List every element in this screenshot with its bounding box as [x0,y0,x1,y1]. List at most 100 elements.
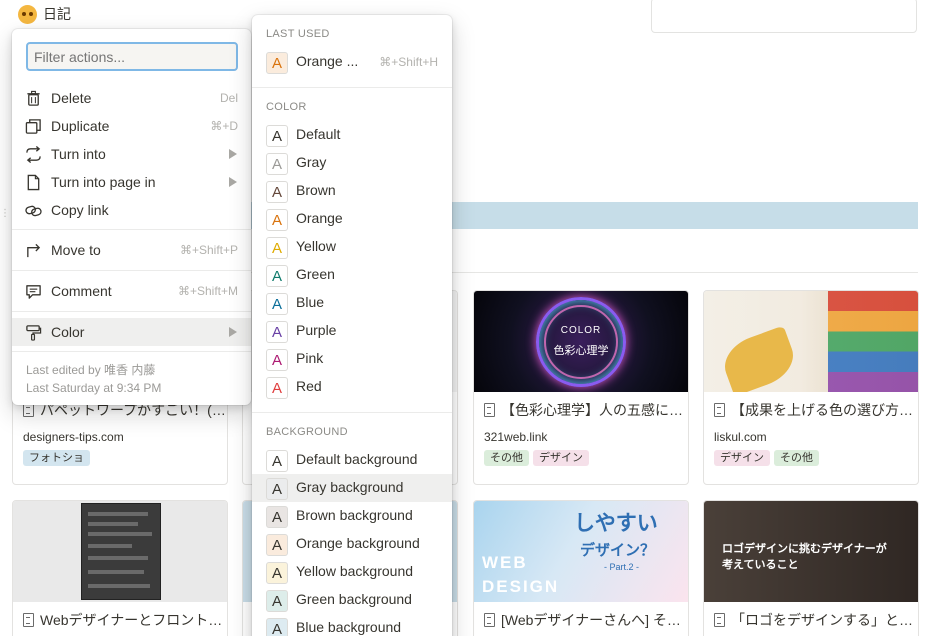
document-icon [23,403,34,417]
background-label: Blue background [296,619,402,635]
color-option-red[interactable]: A Red [252,373,452,401]
shortcut-hint: ⌘+Shift+H [379,55,438,69]
color-label: Green [296,266,335,282]
submenu-arrow-icon [229,327,237,337]
background-swatch: A [266,450,288,472]
gallery-card[interactable]: Webデザイナーとフロント… [12,500,228,636]
color-submenu: LAST USED A Orange ... ⌘+Shift+H COLOR B… [252,15,452,636]
submenu-arrow-icon [229,177,237,187]
menu-item-label: Delete [51,90,92,106]
drag-handle-icon[interactable]: ⋮ [0,208,10,222]
gallery-card[interactable]: しやすい デザイン？ - Part.2 - WEB DESIGN [Webデザイ… [473,500,689,636]
color-swatch: A [266,265,288,287]
card-url: designers-tips.com [23,430,124,444]
thumb-text: WEB [482,553,528,572]
menu-divider [12,311,251,312]
menu-item-turn-into-page-in[interactable]: Turn into page in [12,168,251,196]
background-label: Yellow background [296,563,414,579]
color-swatch: A [266,52,288,74]
background-swatch: A [266,590,288,612]
color-option-default[interactable]: A Default [252,121,452,149]
trash-icon [27,90,40,106]
last-edited-by: Last edited by 唯香 内藤 [26,363,156,377]
card-url: liskul.com [714,430,767,444]
menu-divider [12,270,251,271]
color-option-green[interactable]: A Green [252,261,452,289]
document-icon [484,403,495,417]
color-swatch: A [266,349,288,371]
background-option-brown-background[interactable]: A Brown background [252,502,452,530]
card-url: 321web.link [484,430,548,444]
color-swatch: A [266,293,288,315]
tag: その他 [774,450,819,466]
color-swatch: A [266,125,288,147]
background-label: Brown background [296,507,413,523]
menu-item-color[interactable]: Color [12,318,251,346]
gallery-card[interactable]: 【成果を上げる色の選び方… liskul.com デザイン その他 [703,290,919,485]
background-label: Gray background [296,479,404,495]
photoshop-panel [81,503,161,600]
menu-item-move-to[interactable]: Move to ⌘+Shift+P [12,236,251,264]
color-option-gray[interactable]: A Gray [252,149,452,177]
duplicate-icon [25,119,41,134]
section-header-background: BACKGROUND [266,426,348,438]
background-swatch: A [266,562,288,584]
card-thumbnail [13,501,227,602]
page-title: 日記 [43,6,71,22]
background-option-orange-background[interactable]: A Orange background [252,530,452,558]
color-option-orange[interactable]: A Orange [252,205,452,233]
menu-divider [252,412,452,413]
menu-item-label: Copy link [51,202,109,218]
color-option-yellow[interactable]: A Yellow [252,233,452,261]
color-swatch: A [266,181,288,203]
document-icon [714,403,725,417]
thumb-text: DESIGN [482,577,560,596]
thumb-text: 色彩心理学 [553,345,609,357]
breadcrumb[interactable]: 日記 [18,4,71,24]
menu-item-label: Move to [51,242,101,258]
color-label: Yellow [296,238,336,254]
color-option-last-used[interactable]: A Orange ... ⌘+Shift+H [252,48,452,76]
color-option-pink[interactable]: A Pink [252,345,452,373]
background-option-blue-background[interactable]: A Blue background [252,614,452,636]
background-swatch: A [266,618,288,636]
shortcut-hint: ⌘+Shift+P [179,243,238,257]
color-label: Default [296,126,341,142]
tag: デザイン [533,450,589,466]
color-swatch: A [266,209,288,231]
color-option-brown[interactable]: A Brown [252,177,452,205]
menu-item-turn-into[interactable]: Turn into [12,140,251,168]
color-label: Orange ... [296,53,359,69]
page-icon [27,174,40,191]
menu-item-delete[interactable]: Delete Del [12,84,251,112]
document-icon [23,613,34,627]
background-option-yellow-background[interactable]: A Yellow background [252,558,452,586]
menu-divider [252,87,452,88]
background-swatch: A [266,478,288,500]
block-action-menu: Delete Del Duplicate ⌘+D Turn into [12,29,251,405]
menu-item-comment[interactable]: Comment ⌘+Shift+M [12,277,251,305]
color-option-blue[interactable]: A Blue [252,289,452,317]
thumb-text: デザイン？ [580,542,656,559]
gallery-card[interactable]: ロゴデザインに挑むデザイナーが 考えていること 「ロゴをデザインする」と… [703,500,919,636]
background-option-default-background[interactable]: A Default background [252,446,452,474]
color-swatch: A [266,377,288,399]
color-swatch: A [266,153,288,175]
menu-item-duplicate[interactable]: Duplicate ⌘+D [12,112,251,140]
filter-actions-input[interactable] [26,42,238,71]
menu-item-label: Comment [51,283,112,299]
background-label: Green background [296,591,412,607]
gallery-card[interactable]: COLOR 色彩心理学 【色彩心理学】人の五感に… 321web.link その… [473,290,689,485]
card-thumbnail: しやすい デザイン？ - Part.2 - WEB DESIGN [474,501,688,602]
card-title: 【成果を上げる色の選び方… [731,402,913,418]
background-option-green-background[interactable]: A Green background [252,586,452,614]
color-label: Brown [296,182,336,198]
color-option-purple[interactable]: A Purple [252,317,452,345]
color-label: Red [296,378,322,394]
paint-palette [828,291,918,392]
tag: フォトショ [23,450,90,466]
card-thumbnail: ロゴデザインに挑むデザイナーが 考えていること [704,501,918,602]
menu-item-copy-link[interactable]: Copy link [12,196,251,224]
notion-page: 日記 ⋮ パペットワープがすごい！(… designers-tips.com フ… [0,0,936,636]
background-option-gray-background[interactable]: A Gray background [252,474,452,502]
